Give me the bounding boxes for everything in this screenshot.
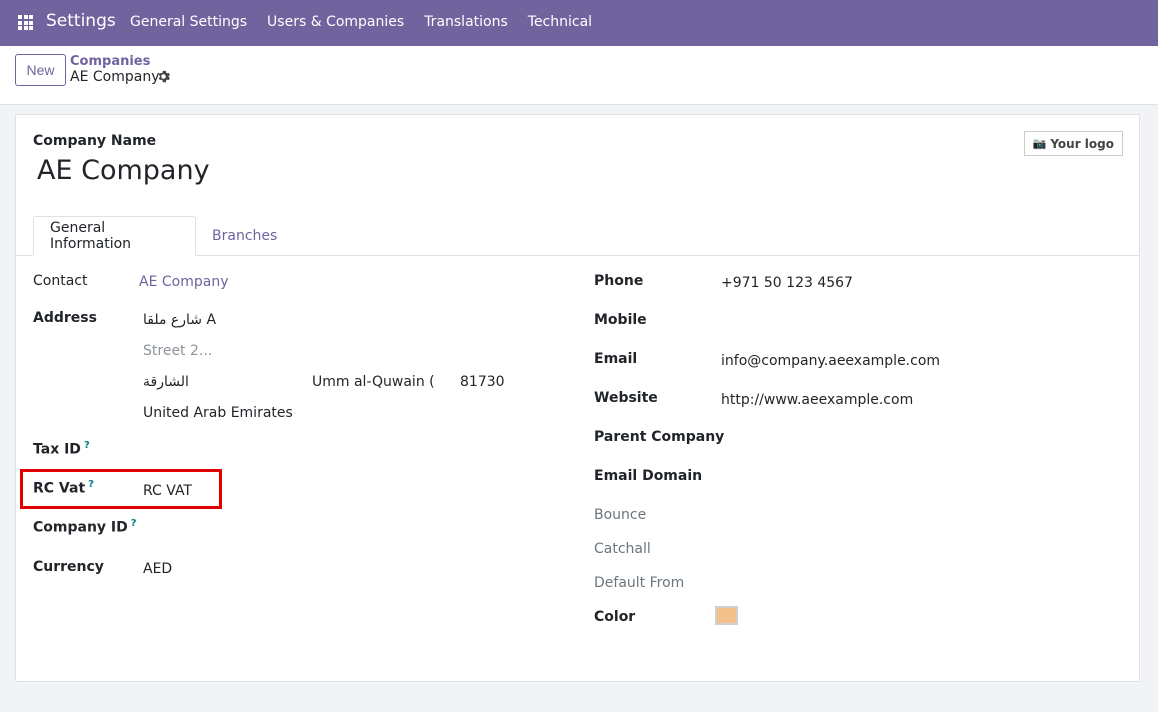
- logo-upload-button[interactable]: 📷 Your logo: [1023, 131, 1123, 156]
- email-label: Email: [594, 351, 638, 367]
- logo-button-label: Your logo: [1050, 136, 1114, 151]
- apps-grid-icon[interactable]: [18, 15, 33, 30]
- help-tooltip-icon[interactable]: ?: [88, 479, 94, 490]
- phone-field[interactable]: +971 50 123 4567: [721, 275, 853, 291]
- tab-general-information[interactable]: General Information: [33, 216, 196, 256]
- tab-branches[interactable]: Branches: [196, 216, 293, 256]
- new-button[interactable]: New: [15, 54, 66, 86]
- company-name-label: Company Name: [33, 133, 157, 149]
- color-label: Color: [594, 609, 636, 625]
- help-tooltip-icon[interactable]: ?: [84, 440, 90, 451]
- breadcrumb-companies[interactable]: Companies: [70, 54, 150, 69]
- bounce-label: Bounce: [594, 507, 647, 523]
- camera-icon: 📷: [1032, 137, 1047, 150]
- street2-field[interactable]: Street 2...: [143, 343, 212, 359]
- mobile-label: Mobile: [594, 312, 647, 328]
- contact-label: Contact: [33, 273, 88, 289]
- address-label: Address: [33, 310, 97, 326]
- email-field[interactable]: info@company.aeexample.com: [721, 353, 940, 369]
- top-navbar: Settings General Settings Users & Compan…: [0, 0, 1158, 46]
- catchall-label: Catchall: [594, 541, 651, 557]
- city-field[interactable]: الشارقة: [143, 374, 189, 390]
- rc-vat-field[interactable]: RC VAT: [143, 483, 192, 499]
- tax-id-label: Tax ID?: [33, 440, 90, 458]
- color-picker-swatch[interactable]: [715, 606, 738, 625]
- form-tabs: General Information Branches: [16, 216, 1139, 256]
- breadcrumb-current: AE Company: [70, 69, 160, 85]
- parent-company-label: Parent Company: [594, 429, 725, 445]
- menu-technical[interactable]: Technical: [528, 14, 592, 30]
- currency-label: Currency: [33, 559, 104, 575]
- currency-field[interactable]: AED: [143, 561, 172, 577]
- company-id-label: Company ID?: [33, 518, 137, 536]
- country-field[interactable]: United Arab Emirates: [143, 405, 293, 421]
- website-label: Website: [594, 390, 658, 406]
- menu-translations[interactable]: Translations: [424, 14, 508, 30]
- menu-general-settings[interactable]: General Settings: [130, 14, 247, 30]
- street-field[interactable]: شارع ملقا A: [143, 312, 216, 328]
- app-brand[interactable]: Settings: [46, 11, 116, 31]
- email-domain-label: Email Domain: [594, 468, 703, 484]
- state-field[interactable]: Umm al-Quwain (AE): [312, 374, 434, 390]
- help-tooltip-icon[interactable]: ?: [131, 518, 137, 529]
- default-from-label: Default From: [594, 575, 685, 591]
- form-sheet: Company Name AE Company 📷 Your logo Gene…: [15, 114, 1140, 682]
- main-menu: General Settings Users & Companies Trans…: [130, 14, 612, 30]
- company-name-field[interactable]: AE Company: [37, 155, 210, 186]
- gear-icon[interactable]: [157, 70, 171, 84]
- menu-users-companies[interactable]: Users & Companies: [267, 14, 404, 30]
- contact-field[interactable]: AE Company: [139, 274, 228, 290]
- zip-field[interactable]: 81730: [460, 374, 505, 390]
- control-panel: New Companies AE Company: [0, 46, 1158, 105]
- website-field[interactable]: http://www.aeexample.com: [721, 392, 913, 408]
- rc-vat-label: RC Vat?: [33, 479, 94, 497]
- phone-label: Phone: [594, 273, 644, 289]
